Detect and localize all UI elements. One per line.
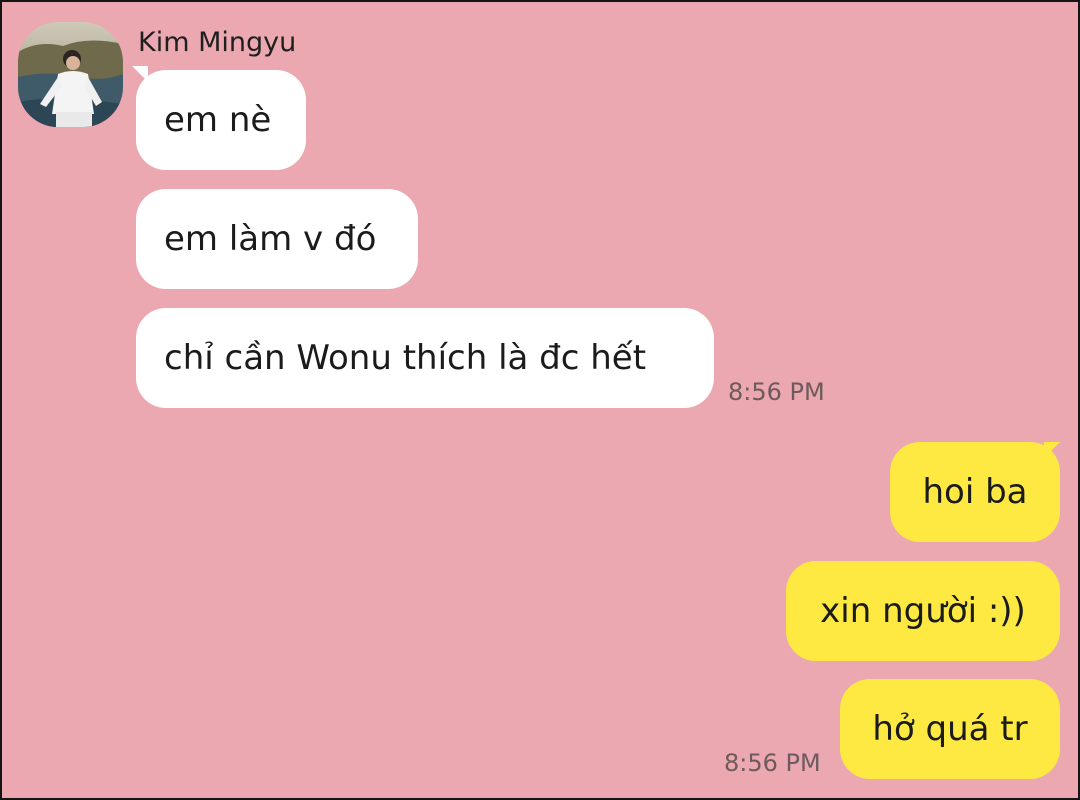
chat-screen: Kim Mingyu em nè em làm v đó chỉ cần Won…: [0, 0, 1080, 800]
incoming-message-bubble[interactable]: chỉ cần Wonu thích là đc hết: [136, 308, 714, 408]
sender-name: Kim Mingyu: [138, 27, 297, 58]
outgoing-message-bubble[interactable]: hở quá tr: [840, 679, 1060, 779]
message-timestamp: 8:56 PM: [724, 749, 821, 777]
incoming-message-bubble[interactable]: em nè: [136, 70, 306, 170]
outgoing-message-bubble[interactable]: xin người :)): [786, 561, 1060, 661]
outgoing-message-bubble[interactable]: hoi ba: [890, 442, 1060, 542]
message-timestamp: 8:56 PM: [728, 378, 825, 406]
avatar[interactable]: [18, 22, 123, 127]
profile-photo-icon: [18, 22, 123, 127]
incoming-message-bubble[interactable]: em làm v đó: [136, 189, 418, 289]
